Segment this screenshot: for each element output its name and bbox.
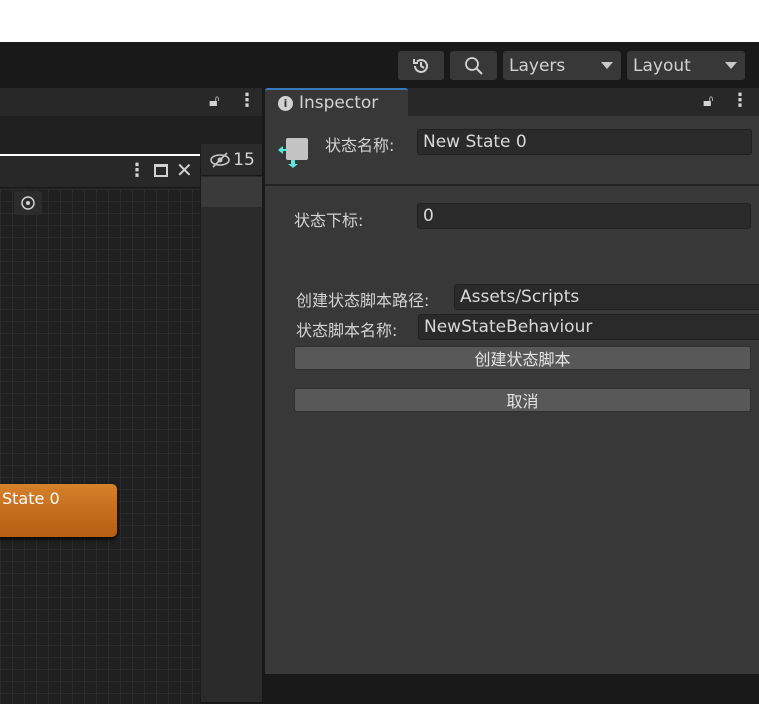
graph-grid[interactable]: State 0 [0, 189, 200, 704]
maximize-icon[interactable] [154, 164, 168, 177]
script-name-label: 状态脚本名称: [296, 321, 398, 340]
frame-button[interactable] [14, 191, 42, 215]
script-path-label: 创建状态脚本路径: [296, 291, 430, 310]
inspector-header: i Inspector 🔓︎ ⋮ [265, 88, 759, 116]
state-node-label: State 0 [2, 489, 60, 508]
main-toolbar: Layers Layout [0, 42, 759, 88]
animator-state-icon [278, 138, 308, 168]
history-button[interactable] [398, 51, 444, 80]
divider [265, 184, 759, 186]
visibility-column: 15 [200, 144, 263, 702]
animator-graph-window: ⋮ ✕ State 0 [0, 154, 200, 704]
chevron-down-icon [725, 62, 737, 69]
lock-icon[interactable]: 🔓︎ [209, 91, 219, 111]
script-name-input[interactable]: NewStateBehaviour [418, 314, 759, 340]
state-index-label: 状态下标: [294, 211, 364, 230]
graph-window-header: ⋮ ✕ [0, 156, 200, 188]
tab-inspector[interactable]: i Inspector [265, 88, 408, 116]
more-options-icon[interactable]: ⋮ [128, 160, 146, 181]
inspector-panel: i Inspector 🔓︎ ⋮ 状态名称: New State 0 状态下标:… [262, 88, 759, 674]
visibility-row [201, 177, 263, 207]
hidden-count: 15 [233, 149, 255, 170]
layout-label: Layout [633, 55, 691, 76]
state-index-input[interactable]: 0 [417, 203, 751, 229]
left-panel-body: 15 ⋮ ✕ State 0 [0, 116, 263, 704]
search-button[interactable] [450, 51, 497, 80]
more-options-icon[interactable]: ⋮ [731, 90, 749, 111]
layers-dropdown[interactable]: Layers [503, 51, 621, 80]
layout-dropdown[interactable]: Layout [627, 51, 745, 80]
chevron-down-icon [601, 62, 613, 69]
eye-hidden-icon [210, 151, 230, 168]
left-panel-header: 🔓︎ ⋮ [0, 88, 262, 116]
search-icon [464, 56, 483, 75]
tab-label: Inspector [299, 93, 379, 113]
state-name-input[interactable]: New State 0 [417, 129, 752, 155]
panel-divider[interactable] [262, 88, 265, 674]
layers-label: Layers [509, 55, 566, 76]
target-icon [21, 196, 35, 210]
cancel-button[interactable]: 取消 [294, 388, 751, 412]
state-name-label: 状态名称: [325, 136, 395, 155]
create-script-button[interactable]: 创建状态脚本 [294, 346, 751, 370]
hidden-count-toggle[interactable]: 15 [201, 144, 263, 176]
left-panel: 🔓︎ ⋮ 15 ⋮ ✕ State 0 [0, 88, 263, 704]
close-icon[interactable]: ✕ [176, 158, 193, 182]
state-node[interactable]: State 0 [0, 484, 117, 537]
script-path-input[interactable]: Assets/Scripts [454, 284, 759, 310]
info-icon: i [278, 95, 293, 111]
more-options-icon[interactable]: ⋮ [238, 90, 256, 111]
lock-icon[interactable]: 🔓︎ [703, 91, 713, 111]
history-icon [413, 58, 428, 73]
top-white-area [0, 0, 759, 42]
